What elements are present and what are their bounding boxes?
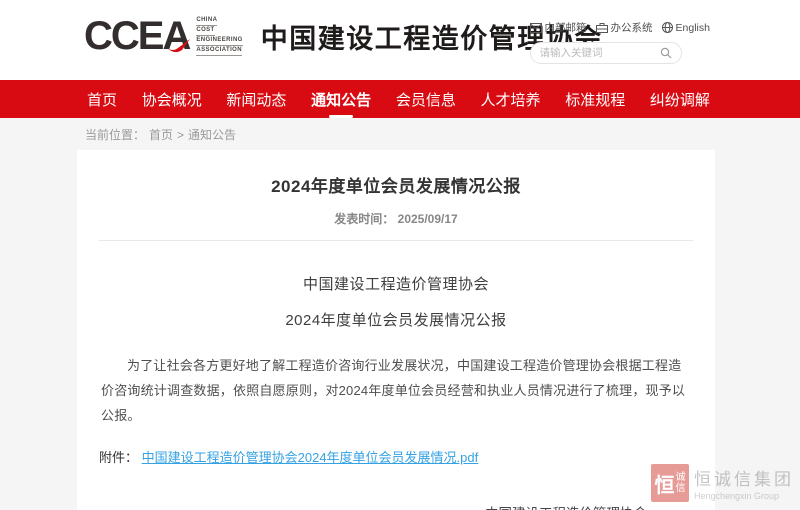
nav-item-training[interactable]: 人才培养: [479, 80, 543, 119]
office-system-label: 办公系统: [611, 20, 653, 35]
site-logo[interactable]: CCEA China Cost Engineering Association …: [84, 16, 603, 56]
article-paragraph: 为了让社会各方更好地了解工程造价咨询行业发展状况，中国建设工程造价管理协会根据工…: [101, 353, 691, 428]
english-link[interactable]: English: [662, 22, 710, 34]
internal-mail-label: 内部邮箱: [545, 20, 587, 35]
header-quick-links: 内部邮箱 办公系统 English: [530, 20, 710, 35]
article-org-line: 中国建设工程造价管理协会: [99, 273, 693, 294]
publish-date-value: 2025/09/17: [398, 212, 458, 226]
mail-icon: [530, 23, 542, 33]
ccea-logo-text: CCEA: [84, 16, 189, 56]
title-divider: [99, 240, 693, 241]
logo-subtext: China Cost Engineering Association: [196, 16, 242, 56]
logo-swoosh-icon: [166, 39, 192, 53]
publish-date-label: 发表时间：: [334, 212, 394, 226]
nav-item-about[interactable]: 协会概况: [140, 80, 204, 119]
main-nav: 首页 协会概况 新闻动态 通知公告 会员信息 人才培养 标准规程 纠纷调解: [0, 80, 800, 118]
search-box: [530, 42, 682, 64]
article-subtitle-line: 2024年度单位会员发展情况公报: [99, 309, 693, 330]
breadcrumb-home[interactable]: 首页: [149, 126, 173, 143]
nav-item-mediation[interactable]: 纠纷调解: [648, 80, 712, 119]
office-icon: [596, 23, 608, 33]
breadcrumb-prefix: 当前位置：: [85, 126, 145, 143]
internal-mail-link[interactable]: 内部邮箱: [530, 20, 587, 35]
globe-icon: [662, 22, 673, 33]
article-signature: 中国建设工程造价管理协会 2025年9月17日: [485, 502, 647, 510]
publish-date-line: 发表时间： 2025/09/17: [99, 210, 693, 227]
article-card: 2024年度单位会员发展情况公报 发表时间： 2025/09/17 中国建设工程…: [77, 150, 715, 510]
nav-item-home[interactable]: 首页: [85, 80, 119, 119]
search-icon[interactable]: [660, 47, 672, 59]
nav-item-members[interactable]: 会员信息: [394, 80, 458, 119]
site-header: CCEA China Cost Engineering Association …: [0, 0, 800, 80]
office-system-link[interactable]: 办公系统: [596, 20, 653, 35]
article-title: 2024年度单位会员发展情况公报: [99, 172, 693, 197]
nav-item-standards[interactable]: 标准规程: [563, 80, 627, 119]
nav-item-notices[interactable]: 通知公告: [309, 80, 373, 119]
english-label: English: [676, 22, 710, 34]
search-input[interactable]: [540, 47, 660, 59]
signature-org: 中国建设工程造价管理协会: [485, 502, 647, 510]
breadcrumb-current: 通知公告: [188, 126, 236, 143]
breadcrumb: 当前位置： 首页 > 通知公告: [85, 126, 800, 143]
attachment-line: 附件： 中国建设工程造价管理协会2024年度单位会员发展情况.pdf: [99, 447, 693, 466]
nav-item-news[interactable]: 新闻动态: [224, 80, 288, 119]
attachment-label: 附件：: [99, 450, 138, 465]
breadcrumb-separator: >: [177, 128, 184, 142]
attachment-pdf-link[interactable]: 中国建设工程造价管理协会2024年度单位会员发展情况.pdf: [142, 450, 479, 465]
